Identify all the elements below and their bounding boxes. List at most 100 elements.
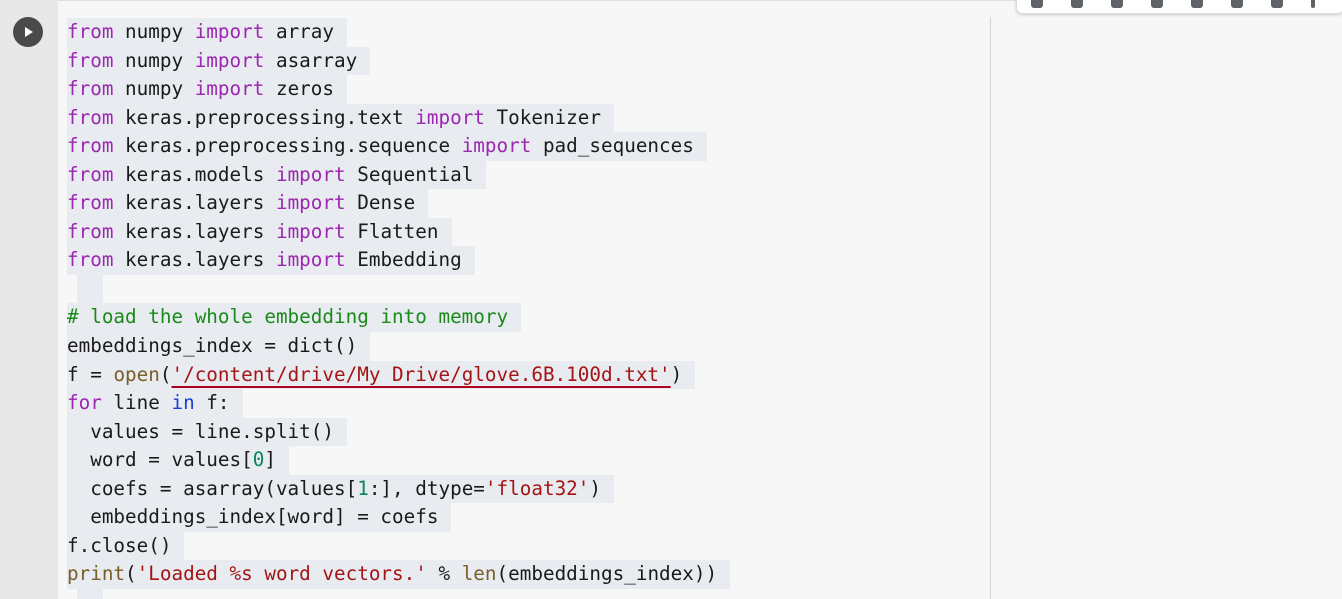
code-token: (: [159, 362, 172, 386]
line-highlight: print('Loaded %s word vectors.' % len(em…: [67, 560, 731, 589]
line-highlight: from numpy import array: [67, 18, 348, 47]
code-token: ): [670, 362, 683, 386]
code-token: line: [101, 391, 172, 415]
code-line[interactable]: values = line.split(): [67, 417, 730, 447]
code-token: pad_sequences: [531, 134, 694, 158]
code-line[interactable]: from keras.preprocessing.sequence import…: [67, 132, 730, 161]
code-token: Dense: [345, 191, 416, 215]
line-highlight: values = line.split(): [67, 417, 347, 447]
link-icon[interactable]: [1111, 0, 1123, 8]
arrow-down-icon[interactable]: [1071, 0, 1083, 8]
code-token: Tokenizer: [484, 105, 602, 129]
line-highlight: [77, 274, 103, 304]
code-line[interactable]: f = open('/content/drive/My Drive/glove.…: [67, 360, 730, 390]
code-line[interactable]: from keras.models import Sequential: [67, 160, 730, 190]
more-vert-icon[interactable]: [1311, 0, 1315, 8]
code-token: import: [194, 77, 265, 101]
line-highlight: word = values[0]: [67, 446, 289, 475]
code-line[interactable]: f.close(): [67, 531, 730, 561]
code-token: in: [171, 391, 195, 415]
code-token: import: [275, 162, 346, 186]
code-line[interactable]: from keras.layers import Flatten: [67, 217, 730, 247]
delete-icon[interactable]: [1271, 0, 1283, 8]
line-highlight: coefs = asarray(values[1:], dtype='float…: [67, 474, 615, 504]
code-line[interactable]: embeddings_index = dict(): [67, 332, 730, 361]
code-line[interactable]: embeddings_index[word] = coefs: [67, 503, 730, 532]
line-highlight: for line in f:: [67, 389, 243, 418]
code-token: from: [67, 191, 114, 215]
line-highlight: f = open('/content/drive/My Drive/glove.…: [67, 360, 696, 390]
code-area[interactable]: from numpy import array from numpy import…: [67, 18, 731, 599]
cell-gutter: [0, 0, 58, 599]
run-cell-button[interactable]: [13, 17, 43, 47]
code-token: Flatten: [345, 219, 439, 243]
code-token: ): [589, 476, 602, 500]
code-token: keras.layers: [113, 248, 276, 272]
code-token: Embedding: [345, 248, 462, 272]
code-line[interactable]: coefs = asarray(values[1:], dtype='float…: [67, 474, 730, 504]
code-token: from: [67, 20, 114, 43]
notebook-cell: from numpy import array from numpy import…: [0, 0, 1342, 599]
code-line[interactable]: from keras.layers import Dense: [67, 189, 730, 218]
line-highlight: from keras.models import Sequential: [67, 160, 487, 190]
code-token: import: [275, 219, 346, 243]
line-highlight: f.close(): [67, 531, 185, 561]
code-token: from: [67, 248, 114, 272]
code-line[interactable]: [67, 588, 730, 599]
code-token: from: [67, 48, 114, 72]
code-token: 1: [357, 476, 369, 500]
code-token: values = line.split(): [67, 419, 334, 443]
code-token: %: [426, 562, 462, 586]
code-token: len: [461, 562, 497, 586]
code-line[interactable]: from keras.layers import Embedding: [67, 246, 730, 275]
code-token: keras.preprocessing.text: [113, 105, 416, 129]
code-token: # load the whole embedding into memory: [67, 305, 509, 329]
gear-icon[interactable]: [1191, 0, 1203, 8]
code-token: keras.layers: [113, 219, 276, 243]
code-token: import: [275, 248, 346, 272]
code-token: f =: [67, 362, 114, 386]
code-line[interactable]: from numpy import array: [67, 18, 730, 47]
code-token: import: [194, 48, 265, 72]
code-token: '/content/drive/My Drive/glove.6B.100d.t…: [171, 362, 671, 386]
code-token: :], dtype=: [368, 476, 485, 500]
code-token: from: [67, 105, 114, 129]
code-token: numpy: [113, 77, 195, 101]
code-token: import: [415, 105, 485, 129]
code-token: (embeddings_index)): [496, 562, 718, 586]
code-token: numpy: [113, 48, 195, 72]
code-token: 0: [252, 448, 265, 472]
line-highlight: # load the whole embedding into memory: [67, 303, 522, 333]
code-token: embeddings_index = dict(): [67, 334, 358, 358]
line-highlight: embeddings_index[word] = coefs: [67, 503, 452, 532]
code-token: asarray: [264, 48, 358, 72]
arrow-up-icon[interactable]: [1031, 0, 1043, 8]
code-line[interactable]: from keras.preprocessing.text import Tok…: [67, 103, 730, 133]
line-length-ruler: [990, 17, 991, 599]
code-line[interactable]: print('Loaded %s word vectors.' % len(em…: [67, 560, 731, 589]
code-token: Sequential: [345, 162, 474, 186]
code-token: keras.layers: [113, 191, 276, 215]
code-line[interactable]: from numpy import zeros: [67, 75, 730, 104]
code-token: keras.preprocessing.sequence: [113, 134, 462, 158]
code-token: embeddings_index[word] = coefs: [67, 505, 439, 529]
edit-icon[interactable]: [1231, 0, 1243, 8]
code-line[interactable]: [67, 274, 730, 304]
code-token: 'Loaded %s word vectors.': [136, 562, 427, 586]
line-highlight: from keras.preprocessing.sequence import…: [67, 132, 707, 161]
code-line[interactable]: from numpy import asarray: [67, 46, 730, 76]
code-line[interactable]: # load the whole embedding into memory: [67, 303, 730, 333]
code-token: from: [67, 162, 114, 186]
code-line[interactable]: word = values[0]: [67, 446, 730, 475]
code-editor[interactable]: from numpy import array from numpy import…: [58, 0, 1342, 599]
line-highlight: embeddings_index = dict(): [67, 332, 371, 361]
code-token: (: [125, 562, 137, 586]
code-token: zeros: [264, 77, 335, 101]
comment-icon[interactable]: [1151, 0, 1163, 8]
code-token: import: [461, 134, 532, 158]
code-line[interactable]: for line in f:: [67, 389, 730, 418]
cell-toolbar: [1016, 0, 1342, 14]
line-highlight: from keras.layers import Dense: [67, 189, 429, 218]
code-token: word = values[: [67, 448, 253, 472]
code-token: from: [67, 219, 114, 243]
